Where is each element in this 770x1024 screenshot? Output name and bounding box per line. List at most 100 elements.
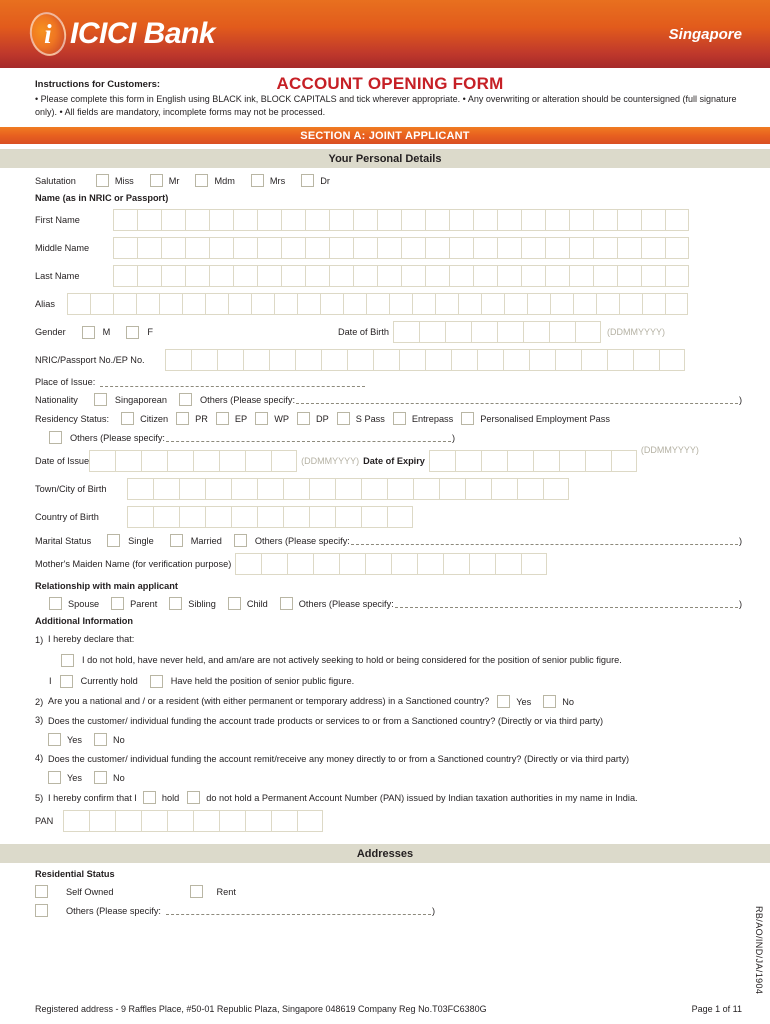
place-of-issue-input[interactable] [100, 378, 366, 387]
char-box[interactable] [305, 237, 329, 260]
residential-checkbox-others[interactable] [35, 904, 48, 918]
char-box[interactable] [217, 349, 243, 372]
char-box[interactable] [425, 265, 449, 288]
char-box[interactable] [569, 265, 593, 288]
char-box[interactable] [532, 450, 559, 473]
char-box[interactable] [193, 810, 219, 833]
char-box[interactable] [137, 265, 161, 288]
char-box[interactable] [497, 237, 521, 260]
char-box[interactable] [305, 209, 329, 232]
char-box[interactable] [179, 478, 205, 501]
char-box[interactable] [593, 237, 617, 260]
char-box[interactable] [428, 450, 455, 473]
char-box[interactable] [506, 450, 533, 473]
char-box[interactable] [491, 478, 517, 501]
char-box[interactable] [497, 321, 524, 344]
char-box[interactable] [391, 553, 418, 576]
mothers-maiden-name-input[interactable] [235, 553, 548, 576]
nationality-checkbox-others[interactable] [179, 393, 193, 407]
char-box[interactable] [295, 349, 321, 372]
q4-checkbox-yes[interactable] [48, 771, 61, 785]
dob-input[interactable] [393, 321, 602, 344]
char-box[interactable] [233, 265, 257, 288]
char-box[interactable] [471, 321, 498, 344]
q1-checkbox-currently-hold[interactable] [59, 674, 73, 688]
char-box[interactable] [521, 237, 545, 260]
char-box[interactable] [454, 450, 481, 473]
char-box[interactable] [558, 450, 585, 473]
first-name-input[interactable] [113, 209, 689, 232]
char-box[interactable] [366, 293, 389, 316]
relationship-checkbox-parent[interactable] [111, 597, 125, 611]
char-box[interactable] [205, 506, 231, 529]
char-box[interactable] [329, 237, 353, 260]
char-box[interactable] [617, 237, 641, 260]
char-box[interactable] [309, 506, 335, 529]
char-box[interactable] [610, 450, 637, 473]
char-box[interactable] [659, 349, 685, 372]
char-box[interactable] [67, 293, 90, 316]
char-box[interactable] [365, 553, 392, 576]
char-box[interactable] [425, 237, 449, 260]
char-box[interactable] [527, 293, 550, 316]
char-box[interactable] [153, 506, 179, 529]
char-box[interactable] [137, 237, 161, 260]
char-box[interactable] [550, 293, 573, 316]
char-box[interactable] [473, 237, 497, 260]
char-box[interactable] [233, 237, 257, 260]
char-box[interactable] [269, 349, 295, 372]
char-box[interactable] [545, 237, 569, 260]
residency-checkbox-dp[interactable] [297, 412, 310, 426]
char-box[interactable] [593, 265, 617, 288]
char-box[interactable] [573, 293, 596, 316]
char-box[interactable] [167, 450, 194, 473]
relationship-checkbox-sibling[interactable] [169, 597, 183, 611]
char-box[interactable] [575, 321, 602, 344]
char-box[interactable] [477, 349, 503, 372]
char-box[interactable] [641, 237, 665, 260]
char-box[interactable] [209, 209, 233, 232]
char-box[interactable] [219, 810, 245, 833]
char-box[interactable] [435, 293, 458, 316]
char-box[interactable] [329, 265, 353, 288]
char-box[interactable] [231, 506, 257, 529]
residency-checkbox-others[interactable] [49, 431, 62, 445]
char-box[interactable] [617, 209, 641, 232]
char-box[interactable] [305, 265, 329, 288]
char-box[interactable] [504, 293, 527, 316]
char-box[interactable] [281, 265, 305, 288]
relationship-others-input[interactable] [394, 599, 738, 609]
char-box[interactable] [387, 506, 413, 529]
char-box[interactable] [401, 237, 425, 260]
char-box[interactable] [451, 349, 477, 372]
char-box[interactable] [245, 450, 272, 473]
char-box[interactable] [465, 478, 491, 501]
char-box[interactable] [257, 237, 281, 260]
char-box[interactable] [361, 506, 387, 529]
last-name-input[interactable] [113, 265, 689, 288]
char-box[interactable] [555, 349, 581, 372]
char-box[interactable] [89, 810, 115, 833]
char-box[interactable] [136, 293, 159, 316]
char-box[interactable] [497, 209, 521, 232]
char-box[interactable] [113, 265, 137, 288]
relationship-checkbox-others[interactable] [279, 597, 293, 611]
q5-checkbox-hold[interactable] [142, 791, 156, 805]
nationality-others-input[interactable] [296, 395, 738, 405]
char-box[interactable] [353, 265, 377, 288]
char-box[interactable] [257, 506, 283, 529]
char-box[interactable] [179, 506, 205, 529]
residency-others-input[interactable] [165, 433, 451, 443]
char-box[interactable] [127, 478, 153, 501]
char-box[interactable] [193, 450, 220, 473]
char-box[interactable] [443, 553, 470, 576]
salutation-checkbox-dr[interactable] [301, 174, 315, 188]
q2-checkbox-yes[interactable] [497, 695, 511, 709]
char-box[interactable] [63, 810, 89, 833]
char-box[interactable] [257, 209, 281, 232]
char-box[interactable] [141, 810, 167, 833]
marital-others-input[interactable] [350, 536, 738, 546]
char-box[interactable] [495, 553, 522, 576]
char-box[interactable] [425, 349, 451, 372]
char-box[interactable] [373, 349, 399, 372]
